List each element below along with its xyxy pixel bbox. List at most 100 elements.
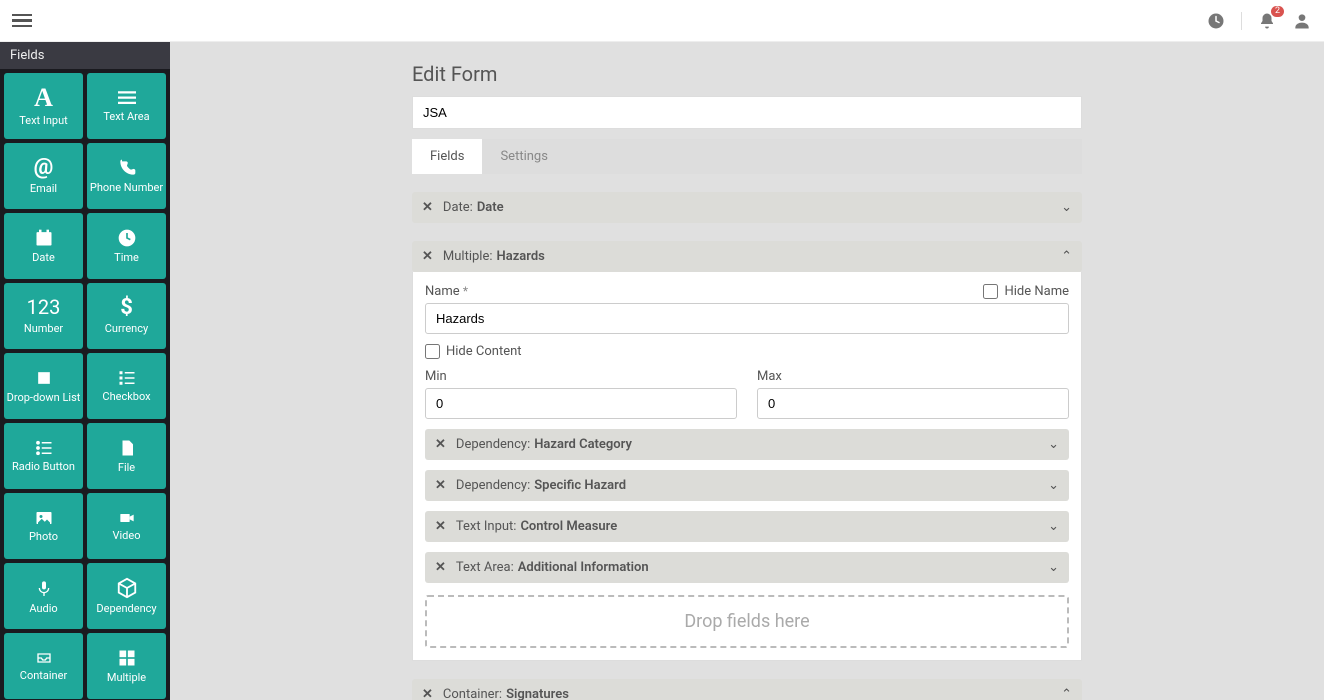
chevron-down-icon[interactable]: ⌄ xyxy=(1061,200,1072,215)
field-tile-file[interactable]: File xyxy=(87,423,166,489)
field-tile-label: File xyxy=(118,462,135,474)
user-icon[interactable] xyxy=(1292,11,1312,31)
field-tile-radio-button[interactable]: Radio Button xyxy=(4,423,83,489)
grid-icon xyxy=(117,648,137,668)
hide-name-checkbox[interactable]: Hide Name xyxy=(983,284,1069,299)
chevron-up-icon[interactable]: ⌃ xyxy=(1061,687,1072,700)
field-tile-label: Date xyxy=(32,252,55,264)
notification-badge: 2 xyxy=(1271,6,1284,17)
hazards-body: Name * Hide Name Hide Content Min xyxy=(412,272,1082,661)
A-icon: A xyxy=(34,85,53,111)
close-icon[interactable]: ✕ xyxy=(422,200,433,215)
close-icon[interactable]: ✕ xyxy=(435,560,446,575)
mic-icon xyxy=(36,577,52,599)
cube-icon xyxy=(116,577,138,599)
field-tile-audio[interactable]: Audio xyxy=(4,563,83,629)
topbar: 2 xyxy=(0,0,1324,42)
tray-icon xyxy=(33,650,55,666)
field-tile-label: Dependency xyxy=(96,603,156,615)
name-input[interactable] xyxy=(425,303,1069,334)
calendar-icon xyxy=(34,228,54,248)
min-input[interactable] xyxy=(425,388,737,419)
close-icon[interactable]: ✕ xyxy=(435,437,446,452)
max-label: Max xyxy=(757,369,1069,384)
radiolist-icon xyxy=(33,439,55,457)
min-label: Min xyxy=(425,369,737,384)
chevron-down-icon[interactable]: ⌄ xyxy=(1048,519,1059,534)
menu-icon[interactable] xyxy=(12,11,32,31)
123-icon: 123 xyxy=(27,297,61,319)
chevron-down-icon[interactable]: ⌄ xyxy=(1048,437,1059,452)
$-icon: $ xyxy=(120,297,133,319)
tab-fields[interactable]: Fields xyxy=(412,139,482,174)
field-tile-label: Email xyxy=(30,183,57,195)
square-icon xyxy=(34,368,54,388)
field-tile-label: Currency xyxy=(105,323,148,335)
photo-icon xyxy=(33,509,55,527)
main-content: Edit Form Fields Settings ✕ Date: Date ⌄… xyxy=(170,42,1324,700)
field-tile-label: Radio Button xyxy=(12,461,75,473)
hide-content-checkbox[interactable]: Hide Content xyxy=(425,344,1069,359)
form-name-input[interactable] xyxy=(412,96,1082,129)
field-tile-drop-down-list[interactable]: Drop-down List xyxy=(4,353,83,419)
field-tile-video[interactable]: Video xyxy=(87,493,166,559)
close-icon[interactable]: ✕ xyxy=(422,687,433,700)
field-tile-photo[interactable]: Photo xyxy=(4,493,83,559)
field-tile-label: Text Area xyxy=(103,111,149,123)
field-tile-label: Phone Number xyxy=(90,182,163,194)
page-title: Edit Form xyxy=(412,62,1082,86)
field-tile-label: Text Input xyxy=(19,115,68,127)
field-tile-container[interactable]: Container xyxy=(4,633,83,699)
☰-icon xyxy=(116,89,138,107)
field-tile-text-area[interactable]: Text Area xyxy=(87,73,166,139)
field-tile-dependency[interactable]: Dependency xyxy=(87,563,166,629)
close-icon[interactable]: ✕ xyxy=(435,519,446,534)
phone-icon xyxy=(117,158,137,178)
field-tile-date[interactable]: Date xyxy=(4,213,83,279)
field-row-signatures[interactable]: ✕ Container: Signatures ⌃ xyxy=(412,679,1082,700)
field-tile-label: Number xyxy=(24,323,63,335)
field-tile-phone-number[interactable]: Phone Number xyxy=(87,143,166,209)
chevron-up-icon[interactable]: ⌃ xyxy=(1061,249,1072,264)
sub-field-row[interactable]: ✕Dependency: Specific Hazard⌄ xyxy=(425,470,1069,501)
checklist-icon xyxy=(116,369,138,387)
tab-settings[interactable]: Settings xyxy=(482,139,565,174)
field-tile-number[interactable]: 123 Number xyxy=(4,283,83,349)
field-tile-label: Drop-down List xyxy=(7,392,81,404)
chevron-down-icon[interactable]: ⌄ xyxy=(1048,560,1059,575)
close-icon[interactable]: ✕ xyxy=(422,249,433,264)
bell-icon[interactable]: 2 xyxy=(1258,12,1276,30)
field-tile-label: Multiple xyxy=(107,672,146,684)
divider xyxy=(1241,12,1242,30)
max-input[interactable] xyxy=(757,388,1069,419)
tab-row: Fields Settings xyxy=(412,139,1082,174)
field-row-hazards[interactable]: ✕ Multiple: Hazards ⌃ xyxy=(412,241,1082,272)
drop-zone[interactable]: Drop fields here xyxy=(425,595,1069,648)
field-tile-label: Audio xyxy=(29,603,57,615)
field-tile-checkbox[interactable]: Checkbox xyxy=(87,353,166,419)
chevron-down-icon[interactable]: ⌄ xyxy=(1048,478,1059,493)
field-tile-label: Checkbox xyxy=(102,391,150,403)
field-tile-label: Photo xyxy=(29,531,58,543)
field-tile-label: Container xyxy=(20,670,67,682)
clock-icon xyxy=(117,228,137,248)
field-tile-time[interactable]: Time xyxy=(87,213,166,279)
file-icon xyxy=(118,438,136,458)
close-icon[interactable]: ✕ xyxy=(435,478,446,493)
field-row-date[interactable]: ✕ Date: Date ⌄ xyxy=(412,192,1082,223)
field-tile-label: Video xyxy=(113,530,141,542)
field-tile-multiple[interactable]: Multiple xyxy=(87,633,166,699)
@-icon: @ xyxy=(34,157,54,179)
sub-field-row[interactable]: ✕Text Input: Control Measure⌄ xyxy=(425,511,1069,542)
sub-field-row[interactable]: ✕Dependency: Hazard Category⌄ xyxy=(425,429,1069,460)
sidebar-header: Fields xyxy=(0,42,170,69)
field-tile-currency[interactable]: $ Currency xyxy=(87,283,166,349)
field-tile-label: Time xyxy=(114,252,139,264)
video-icon xyxy=(116,510,138,526)
field-tile-email[interactable]: @ Email xyxy=(4,143,83,209)
fields-sidebar: Fields A Text Input Text Area @ Email Phone N… xyxy=(0,42,170,700)
name-label: Name xyxy=(425,284,460,299)
clock-icon[interactable] xyxy=(1207,12,1225,30)
field-tile-text-input[interactable]: A Text Input xyxy=(4,73,83,139)
sub-field-row[interactable]: ✕Text Area: Additional Information⌄ xyxy=(425,552,1069,583)
